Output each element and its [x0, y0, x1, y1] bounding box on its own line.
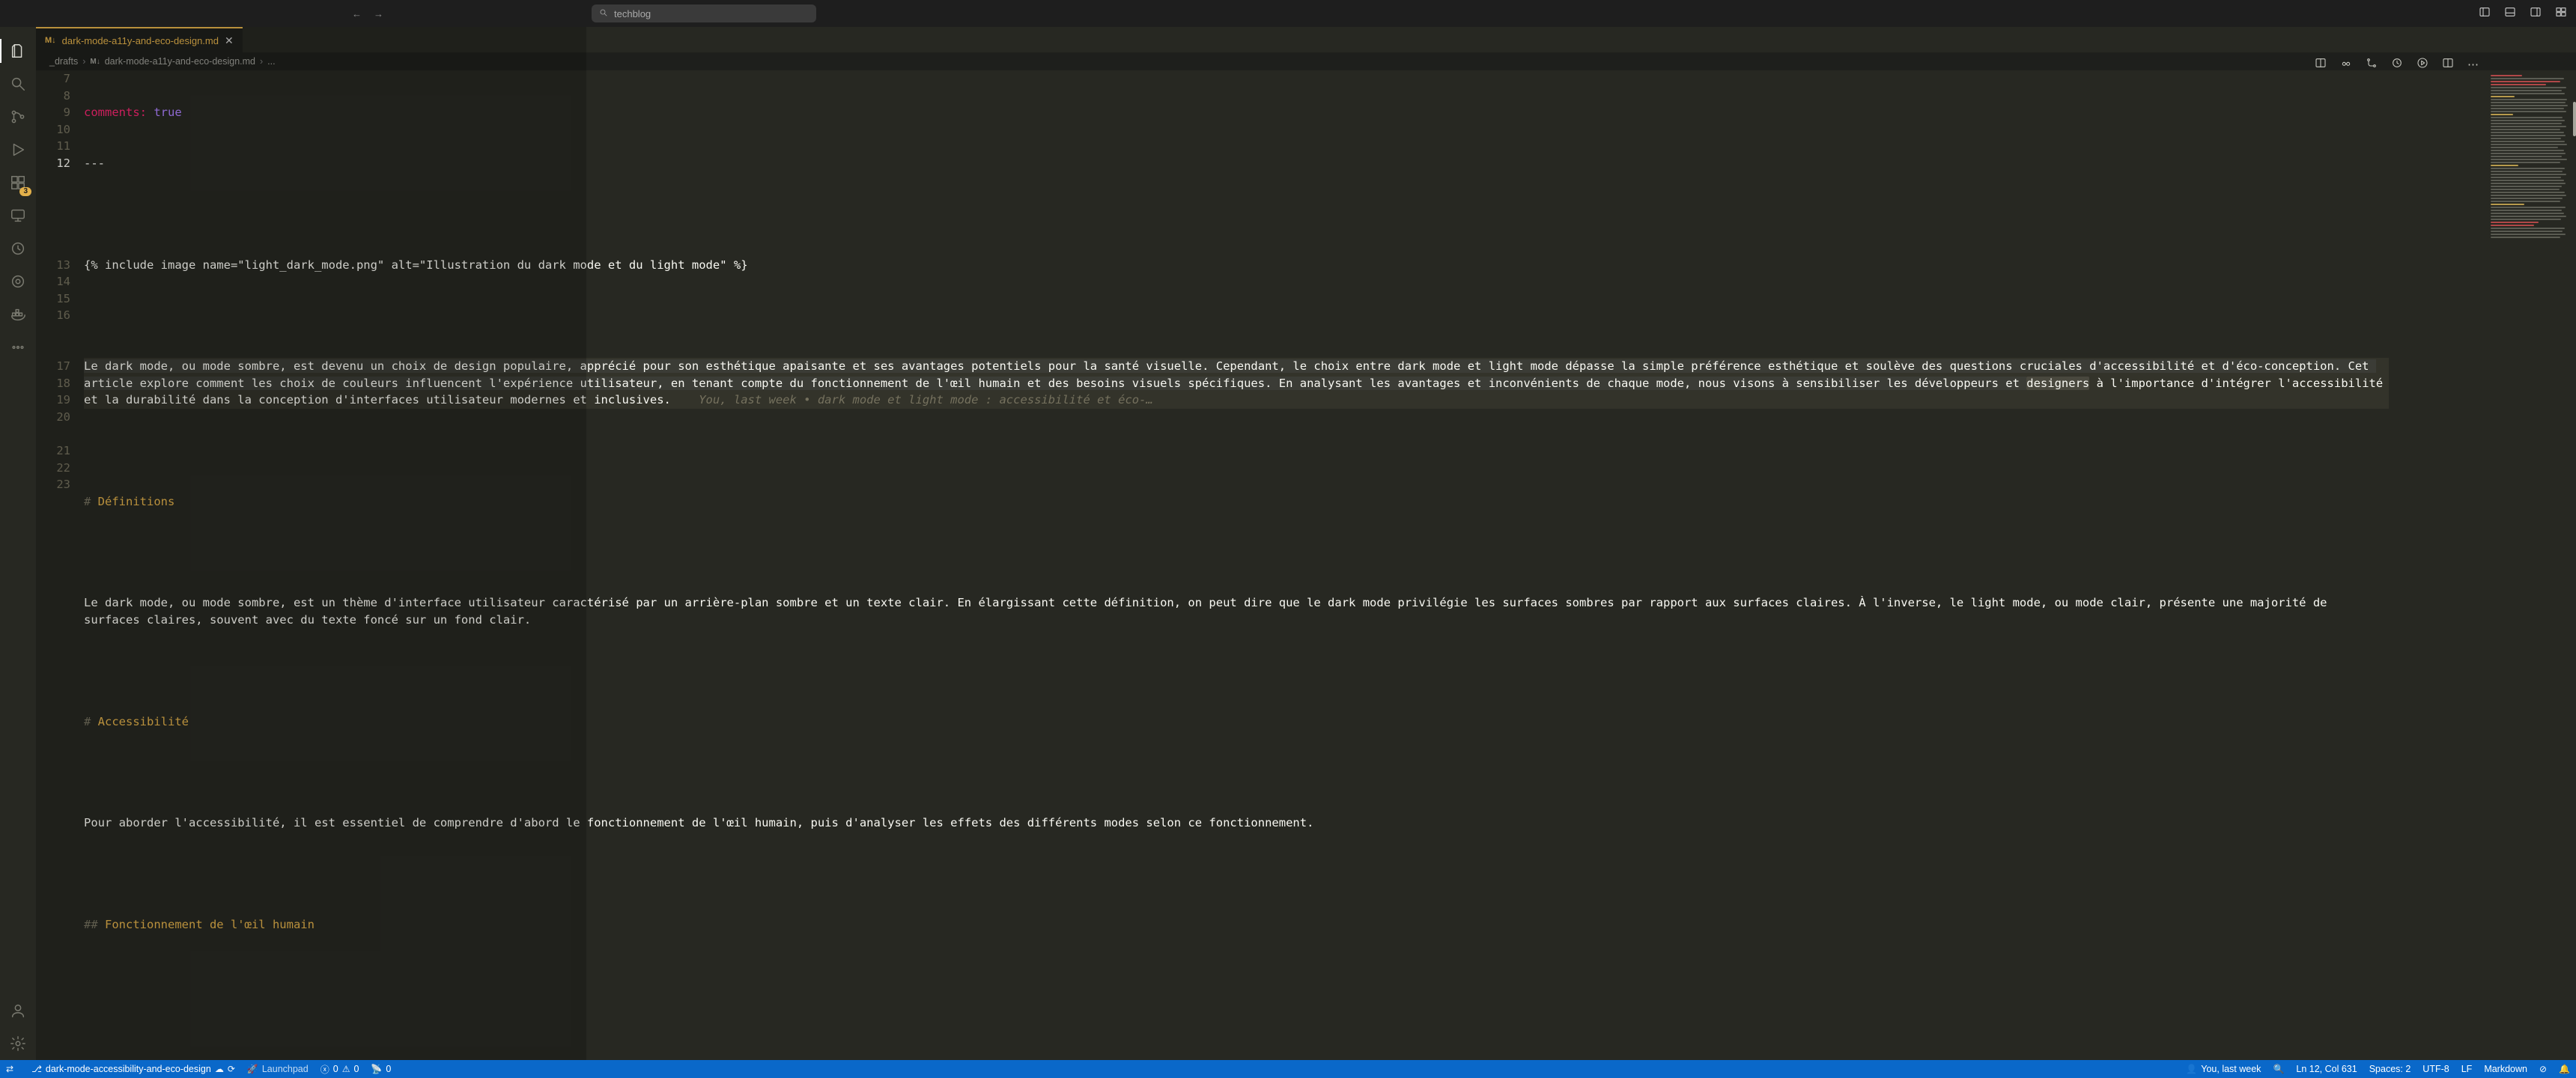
accounts-icon[interactable]: [0, 994, 36, 1027]
warning-icon: ⚠: [342, 1064, 350, 1074]
run-debug-icon[interactable]: [0, 133, 36, 166]
code-line: [84, 442, 2389, 460]
code-line: # Accessibilité: [84, 713, 2389, 731]
toggle-left-panel-icon[interactable]: [2479, 6, 2491, 21]
code-area[interactable]: comments: true --- {% include image name…: [84, 70, 2486, 1060]
rocket-icon: 🚀: [247, 1064, 258, 1074]
code-line: [84, 206, 2389, 223]
markdown-file-icon: M↓: [90, 58, 100, 66]
breadcrumb-file: dark-mode-a11y-and-eco-design.md: [105, 56, 255, 67]
code-line-current: Le dark mode, ou mode sombre, est devenu…: [84, 358, 2389, 409]
code-line: [84, 544, 2389, 561]
cloud-sync-icon: ☁: [215, 1064, 224, 1074]
chevron-right-icon: ›: [82, 56, 85, 67]
git-compare-icon[interactable]: [2366, 57, 2378, 72]
zoom-status[interactable]: 🔍: [2273, 1064, 2284, 1074]
notifications-icon[interactable]: 🔔: [2559, 1064, 2570, 1074]
file-history-icon[interactable]: [2391, 57, 2403, 72]
tab-close-icon[interactable]: ✕: [225, 34, 234, 47]
toggle-glasses-icon[interactable]: [2340, 57, 2352, 72]
sync-icon: ⟳: [228, 1064, 235, 1074]
cursor-position[interactable]: Ln 12, Col 631: [2296, 1064, 2357, 1074]
code-line: [84, 966, 2389, 984]
settings-gear-icon[interactable]: [0, 1027, 36, 1060]
extensions-icon[interactable]: 3: [0, 166, 36, 199]
breadcrumb-tail: ...: [267, 56, 275, 67]
code-line: [84, 307, 2389, 324]
code-line: [84, 764, 2389, 781]
ports[interactable]: 📡 0: [371, 1064, 391, 1074]
remote-indicator[interactable]: ⇄: [0, 1060, 19, 1078]
code-line: [84, 865, 2389, 883]
indentation[interactable]: Spaces: 2: [2369, 1064, 2411, 1074]
launchpad[interactable]: 🚀 Launchpad: [247, 1064, 309, 1074]
search-sidebar-icon[interactable]: [0, 67, 36, 100]
minimap-viewport[interactable]: [2573, 102, 2576, 136]
tab-active[interactable]: M↓ dark-mode-a11y-and-eco-design.md ✕: [36, 27, 243, 52]
main-area: 3 M↓ dark-mode-a11y-a: [0, 27, 2576, 1060]
customize-layout-icon[interactable]: [2555, 6, 2567, 21]
explorer-icon[interactable]: [0, 34, 36, 67]
radio-icon: 📡: [371, 1064, 382, 1074]
editor-column: M↓ dark-mode-a11y-and-eco-design.md ✕ ⋯ …: [36, 27, 2576, 1060]
inline-blame: You, last week • dark mode et light mode…: [671, 393, 1153, 406]
breadcrumb[interactable]: _drafts › M↓ dark-mode-a11y-and-eco-desi…: [36, 52, 2576, 70]
code-line: # Définitions: [84, 493, 2389, 511]
blame-status[interactable]: 👤 You, last week: [2186, 1064, 2261, 1074]
titlebar: ← → techblog: [0, 0, 2576, 27]
code-line: {% include image name="light_dark_mode.p…: [84, 257, 2389, 274]
gitlens-icon[interactable]: [0, 265, 36, 298]
open-preview-side-icon[interactable]: [2315, 57, 2327, 72]
docker-icon[interactable]: [0, 298, 36, 331]
activity-bar: 3: [0, 27, 36, 1060]
feedback-icon[interactable]: ⊘: [2539, 1064, 2547, 1074]
eol[interactable]: LF: [2461, 1064, 2473, 1074]
markdown-file-icon: M↓: [45, 36, 56, 45]
error-icon: ⓧ: [321, 1063, 329, 1076]
code-line: ---: [84, 155, 2389, 172]
nav-back-icon[interactable]: ←: [352, 8, 362, 19]
command-center-search[interactable]: techblog: [592, 4, 816, 22]
chevron-right-icon: ›: [260, 56, 263, 67]
extensions-badge: 3: [19, 187, 31, 196]
search-icon: [599, 8, 608, 19]
remote-explorer-icon[interactable]: [0, 199, 36, 232]
breadcrumb-folder: _drafts: [49, 56, 78, 67]
more-actions-icon[interactable]: ⋯: [2467, 58, 2479, 71]
run-file-icon[interactable]: [2416, 57, 2428, 72]
branch-icon: ⎇: [31, 1064, 42, 1074]
toggle-bottom-panel-icon[interactable]: [2504, 6, 2516, 21]
tab-bar: M↓ dark-mode-a11y-and-eco-design.md ✕: [36, 27, 2576, 52]
remote-icon: ⇄: [6, 1064, 13, 1074]
nav-forward-icon[interactable]: →: [374, 8, 383, 19]
split-editor-icon[interactable]: [2442, 57, 2454, 72]
person-icon: 👤: [2186, 1064, 2197, 1074]
problems[interactable]: ⓧ 0 ⚠ 0: [321, 1063, 359, 1076]
code-line: Pour aborder l'accessibilité, il est ess…: [84, 814, 2389, 832]
language-mode[interactable]: Markdown: [2484, 1064, 2527, 1074]
source-control-icon[interactable]: [0, 100, 36, 133]
selection: designers: [2026, 377, 2089, 390]
git-branch[interactable]: ⎇ dark-mode-accessibility-and-eco-design…: [31, 1064, 235, 1074]
editor-actions: ⋯: [2315, 54, 2479, 75]
line-number-gutter: 789101112 13141516 17181920 212223: [36, 70, 84, 1060]
tab-label: dark-mode-a11y-and-eco-design.md: [62, 35, 219, 46]
minimap[interactable]: [2486, 70, 2576, 1060]
zoom-icon: 🔍: [2273, 1064, 2284, 1074]
search-text: techblog: [614, 8, 651, 19]
editor-body[interactable]: 789101112 13141516 17181920 212223 comme…: [36, 70, 2576, 1060]
code-line: comments: true: [84, 104, 2389, 121]
code-line: [84, 663, 2389, 680]
code-line: ## Fonctionnement de l'œil humain: [84, 916, 2389, 934]
toggle-right-panel-icon[interactable]: [2530, 6, 2542, 21]
status-bar: ⇄ ⎇ dark-mode-accessibility-and-eco-desi…: [0, 1060, 2576, 1078]
more-icon[interactable]: [0, 331, 36, 364]
code-line: Le dark mode, ou mode sombre, est un thè…: [84, 594, 2389, 628]
encoding[interactable]: UTF-8: [2422, 1064, 2449, 1074]
history-icon[interactable]: [0, 232, 36, 265]
